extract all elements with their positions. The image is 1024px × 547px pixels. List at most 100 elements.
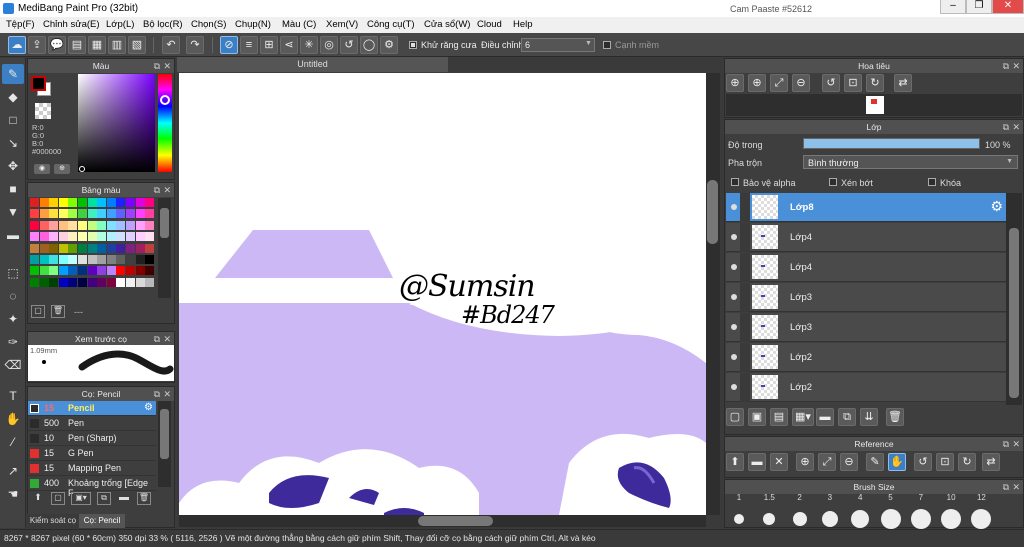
palette-swatch[interactable] <box>126 277 135 287</box>
palette-swatch[interactable] <box>78 220 87 230</box>
eye-icon[interactable] <box>731 234 737 240</box>
palette-swatch[interactable] <box>97 255 107 264</box>
gradient-tool-icon[interactable]: ▬ <box>2 225 24 245</box>
select-pen-icon[interactable]: ✑ <box>2 332 24 352</box>
snap-off-icon[interactable]: ⊘ <box>220 36 238 54</box>
palette-swatch[interactable] <box>126 209 135 219</box>
flip-icon[interactable]: ⇄ <box>982 453 1000 471</box>
palette-swatch[interactable] <box>106 243 116 253</box>
palette-swatch[interactable] <box>135 220 145 230</box>
layer-item[interactable]: Lớp3 <box>726 313 1006 342</box>
palette-swatch[interactable] <box>97 266 107 276</box>
zoom-in-icon[interactable]: ⊕ <box>796 453 814 471</box>
brush-size-dot[interactable] <box>910 509 931 529</box>
close-button[interactable]: ✕ <box>992 0 1024 14</box>
move-tool-icon[interactable]: ✥ <box>2 156 24 176</box>
layer-item[interactable]: Lớp2 <box>726 373 1006 402</box>
palette-swatch[interactable] <box>97 232 107 242</box>
layer-item[interactable]: Lớp3 <box>726 283 1006 312</box>
select-tool-icon[interactable]: ⬚ <box>2 263 24 283</box>
gear-icon[interactable]: ⚙ <box>990 198 1003 215</box>
palette-scrollbar[interactable] <box>158 198 171 298</box>
fill-tool-icon[interactable]: ▼ <box>2 202 24 222</box>
palette-swatch[interactable] <box>145 277 155 287</box>
protect-alpha-checkbox[interactable] <box>731 178 739 186</box>
eraser-tool-icon[interactable]: ◆ <box>2 87 24 107</box>
brush-size-dot[interactable] <box>792 512 807 526</box>
hand-icon[interactable]: ✋ <box>888 453 906 471</box>
palette-swatch[interactable] <box>39 266 49 276</box>
brush-item[interactable]: 15 Pencil ⚙ <box>28 401 156 416</box>
palette-swatch[interactable] <box>68 220 78 230</box>
palette-swatch[interactable] <box>126 255 135 264</box>
document-tab[interactable]: Untitled <box>177 57 448 72</box>
palette-swatch[interactable] <box>116 198 126 207</box>
palette-swatch[interactable] <box>30 266 39 276</box>
menu-edit[interactable]: Chỉnh sửa(E) <box>43 19 100 30</box>
brush-size-dot[interactable] <box>880 509 901 529</box>
brush-tool-icon[interactable]: ✎ <box>2 64 24 84</box>
palette-swatch[interactable] <box>135 255 145 264</box>
radial-snap-icon[interactable]: ✳ <box>300 36 318 54</box>
palette-swatch[interactable] <box>135 277 145 287</box>
add-brush-icon[interactable]: ⬆ <box>31 492 45 505</box>
palette-swatch[interactable] <box>49 220 59 230</box>
delete-layer-icon[interactable]: 🗑 <box>886 408 904 426</box>
palette-swatch[interactable] <box>87 266 97 276</box>
sv-cursor[interactable] <box>79 166 85 172</box>
brush-item[interactable]: 15 Mapping Pen <box>28 461 156 476</box>
palette-swatch[interactable] <box>58 220 68 230</box>
brush-item[interactable]: 10 Pen (Sharp) <box>28 431 156 446</box>
menu-file[interactable]: Tệp(F) <box>6 19 35 30</box>
fit-screen-icon[interactable]: ⤢ <box>770 74 788 92</box>
palette-swatch[interactable] <box>49 277 59 287</box>
palette-swatch[interactable] <box>135 243 145 253</box>
menu-capture[interactable]: Chụp(N) <box>235 19 271 30</box>
open-folder-icon[interactable]: ▬ <box>748 453 766 471</box>
restore-button[interactable]: ❐ <box>966 0 992 14</box>
palette-swatch[interactable] <box>30 255 39 264</box>
palette-swatch[interactable] <box>30 243 39 253</box>
palette-swatch[interactable] <box>116 220 126 230</box>
antialias-checkbox[interactable] <box>409 41 417 49</box>
layer-item[interactable]: Lớp4 <box>726 223 1006 252</box>
layer-item[interactable]: Lớp8 ⚙ <box>726 193 1006 222</box>
line-tool-icon[interactable]: ↘ <box>2 133 24 153</box>
tab-brush-control[interactable]: Kiểm soát cọ <box>27 514 79 528</box>
text-tool-icon[interactable]: T <box>2 386 24 406</box>
brush-item[interactable]: 400 Khoảng trống [Edge F <box>28 476 156 498</box>
brush-size-dot[interactable] <box>734 514 744 524</box>
lock-checkbox[interactable] <box>928 178 936 186</box>
background-tab[interactable]: Cam Paaste #52612 <box>730 0 812 17</box>
zoom-in-icon[interactable]: ⊕ <box>748 74 766 92</box>
palette-swatch[interactable] <box>78 198 87 207</box>
eye-icon[interactable] <box>731 294 737 300</box>
menu-view[interactable]: Xem(V) <box>326 19 358 30</box>
close-reference-icon[interactable]: ✕ <box>770 453 788 471</box>
palette-swatch[interactable] <box>49 243 59 253</box>
layer-item[interactable]: Lớp4 <box>726 253 1006 282</box>
palette-swatch[interactable] <box>39 255 49 264</box>
palette-swatch[interactable] <box>87 198 97 207</box>
palette-swatch[interactable] <box>39 232 49 242</box>
shape-tool-icon[interactable]: ■ <box>2 179 24 199</box>
divide-tool-icon[interactable]: ↗ <box>2 461 24 481</box>
palette-swatch[interactable] <box>87 220 97 230</box>
palette-swatch[interactable] <box>49 198 59 207</box>
brush-menu-icon[interactable]: ▣▾ <box>71 492 91 505</box>
delete-brush-icon[interactable]: 🗑 <box>137 492 151 505</box>
brush-size-dot[interactable] <box>941 509 962 529</box>
palette-swatch[interactable] <box>106 232 116 242</box>
palette-swatch[interactable] <box>87 277 97 287</box>
new-layer-icon[interactable]: ▢ <box>726 408 744 426</box>
rotate-left-icon[interactable]: ↺ <box>914 453 932 471</box>
adjust-select[interactable]: 6 ▼ <box>521 38 595 52</box>
palette-swatch[interactable] <box>97 243 107 253</box>
palette-swatch[interactable] <box>68 243 78 253</box>
comment-icon[interactable]: 💬 <box>48 36 66 54</box>
rotate-right-icon[interactable]: ↻ <box>866 74 884 92</box>
palette-swatch[interactable] <box>87 232 97 242</box>
minimize-button[interactable]: – <box>940 0 966 14</box>
palette-swatch[interactable] <box>87 209 97 219</box>
zoom-out-icon[interactable]: ⊖ <box>840 453 858 471</box>
